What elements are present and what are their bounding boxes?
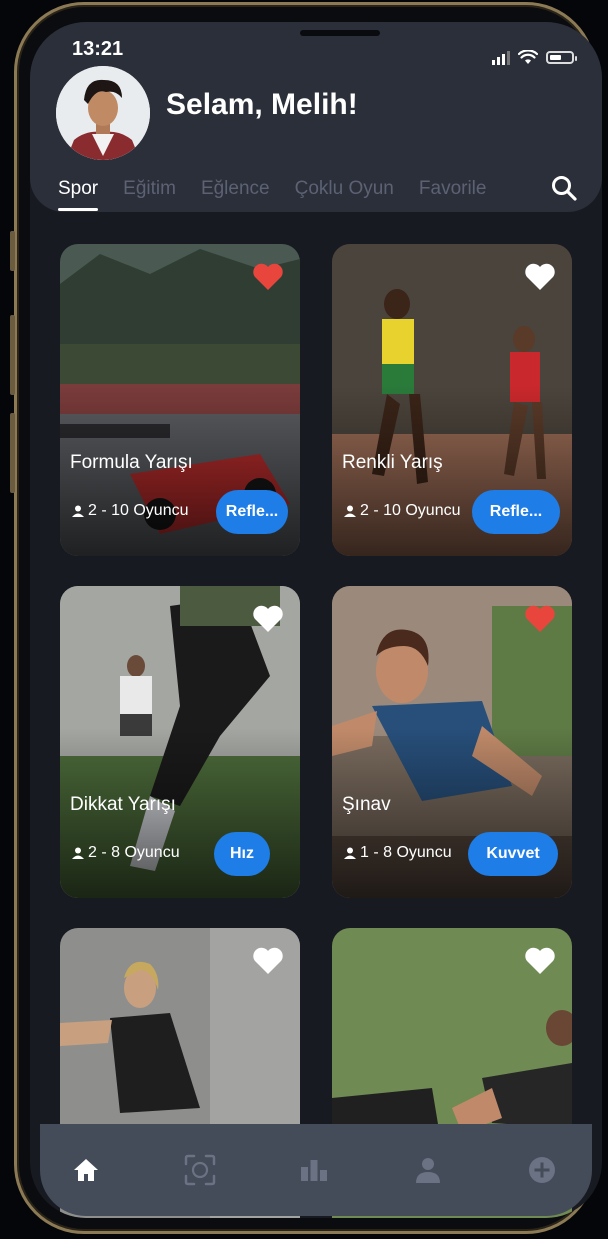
player-count: 2 - 10 Oyuncu xyxy=(72,502,189,520)
add-icon xyxy=(529,1157,555,1183)
player-count-text: 2 - 8 Oyuncu xyxy=(88,844,180,861)
person-icon xyxy=(344,847,356,859)
person-icon xyxy=(72,847,84,859)
status-icons xyxy=(492,50,577,65)
wifi-icon xyxy=(518,50,538,64)
heart-icon[interactable] xyxy=(524,946,556,976)
tab-spor[interactable]: Spor xyxy=(58,178,99,211)
category-tabs: Spor Eğitim Eğlence Çoklu Oyun Favorile xyxy=(58,178,491,211)
app-screen: 13:21 Selam, Melih! Spor Eğitim Eğlence … xyxy=(30,22,602,1218)
heart-icon[interactable] xyxy=(524,262,556,292)
home-icon xyxy=(74,1159,98,1181)
nav-home[interactable] xyxy=(66,1150,106,1190)
card-title: Renkli Yarış xyxy=(342,452,443,473)
heart-icon[interactable] xyxy=(252,604,284,634)
app-header: 13:21 Selam, Melih! Spor Eğitim Eğlence … xyxy=(30,22,602,212)
person-icon xyxy=(344,505,356,517)
tab-eglence[interactable]: Eğlence xyxy=(201,178,270,200)
category-tag-button[interactable]: Hız xyxy=(214,832,270,876)
battery-icon xyxy=(546,51,577,64)
nav-stats[interactable] xyxy=(294,1150,334,1190)
game-card-renkli[interactable]: Renkli Yarış 2 - 10 Oyuncu Refle... xyxy=(332,244,572,556)
category-tag-button[interactable]: Refle... xyxy=(216,490,288,534)
profile-icon xyxy=(416,1158,440,1183)
player-count-text: 1 - 8 Oyuncu xyxy=(360,844,452,861)
scan-icon xyxy=(184,1154,216,1186)
search-icon[interactable] xyxy=(550,174,578,202)
category-tag-button[interactable]: Kuvvet xyxy=(468,832,558,876)
heart-icon[interactable] xyxy=(252,946,284,976)
player-count: 2 - 8 Oyuncu xyxy=(72,844,180,862)
signal-icon xyxy=(492,50,510,65)
user-avatar[interactable] xyxy=(56,66,150,160)
status-time: 13:21 xyxy=(72,38,124,60)
bottom-navigation xyxy=(40,1124,592,1216)
nav-scan[interactable] xyxy=(180,1150,220,1190)
side-button xyxy=(10,413,15,493)
heart-icon[interactable] xyxy=(252,262,284,292)
game-card-dikkat[interactable]: Dikkat Yarışı 2 - 8 Oyuncu Hız xyxy=(60,586,300,898)
notch xyxy=(300,30,380,36)
player-count: 1 - 8 Oyuncu xyxy=(344,844,452,862)
player-count-text: 2 - 10 Oyuncu xyxy=(360,502,461,519)
nav-add[interactable] xyxy=(522,1150,562,1190)
game-card-formula[interactable]: Formula Yarışı 2 - 10 Oyuncu Refle... xyxy=(60,244,300,556)
category-tag-button[interactable]: Refle... xyxy=(472,490,560,534)
tab-favoriler[interactable]: Favorile xyxy=(419,178,491,200)
card-title: Formula Yarışı xyxy=(70,452,193,473)
greeting-title: Selam, Melih! xyxy=(166,88,358,121)
side-button xyxy=(10,315,15,395)
player-count-text: 2 - 10 Oyuncu xyxy=(88,502,189,519)
heart-icon[interactable] xyxy=(524,604,556,634)
person-icon xyxy=(72,505,84,517)
stats-icon xyxy=(301,1160,327,1181)
tab-coklu-oyun[interactable]: Çoklu Oyun xyxy=(295,178,394,200)
player-count: 2 - 10 Oyuncu xyxy=(344,502,461,520)
nav-profile[interactable] xyxy=(408,1150,448,1190)
card-title: Şınav xyxy=(342,794,391,815)
card-title: Dikkat Yarışı xyxy=(70,794,176,815)
tab-egitim[interactable]: Eğitim xyxy=(123,178,176,200)
side-button xyxy=(10,231,15,271)
game-card-sinav[interactable]: Şınav 1 - 8 Oyuncu Kuvvet xyxy=(332,586,572,898)
